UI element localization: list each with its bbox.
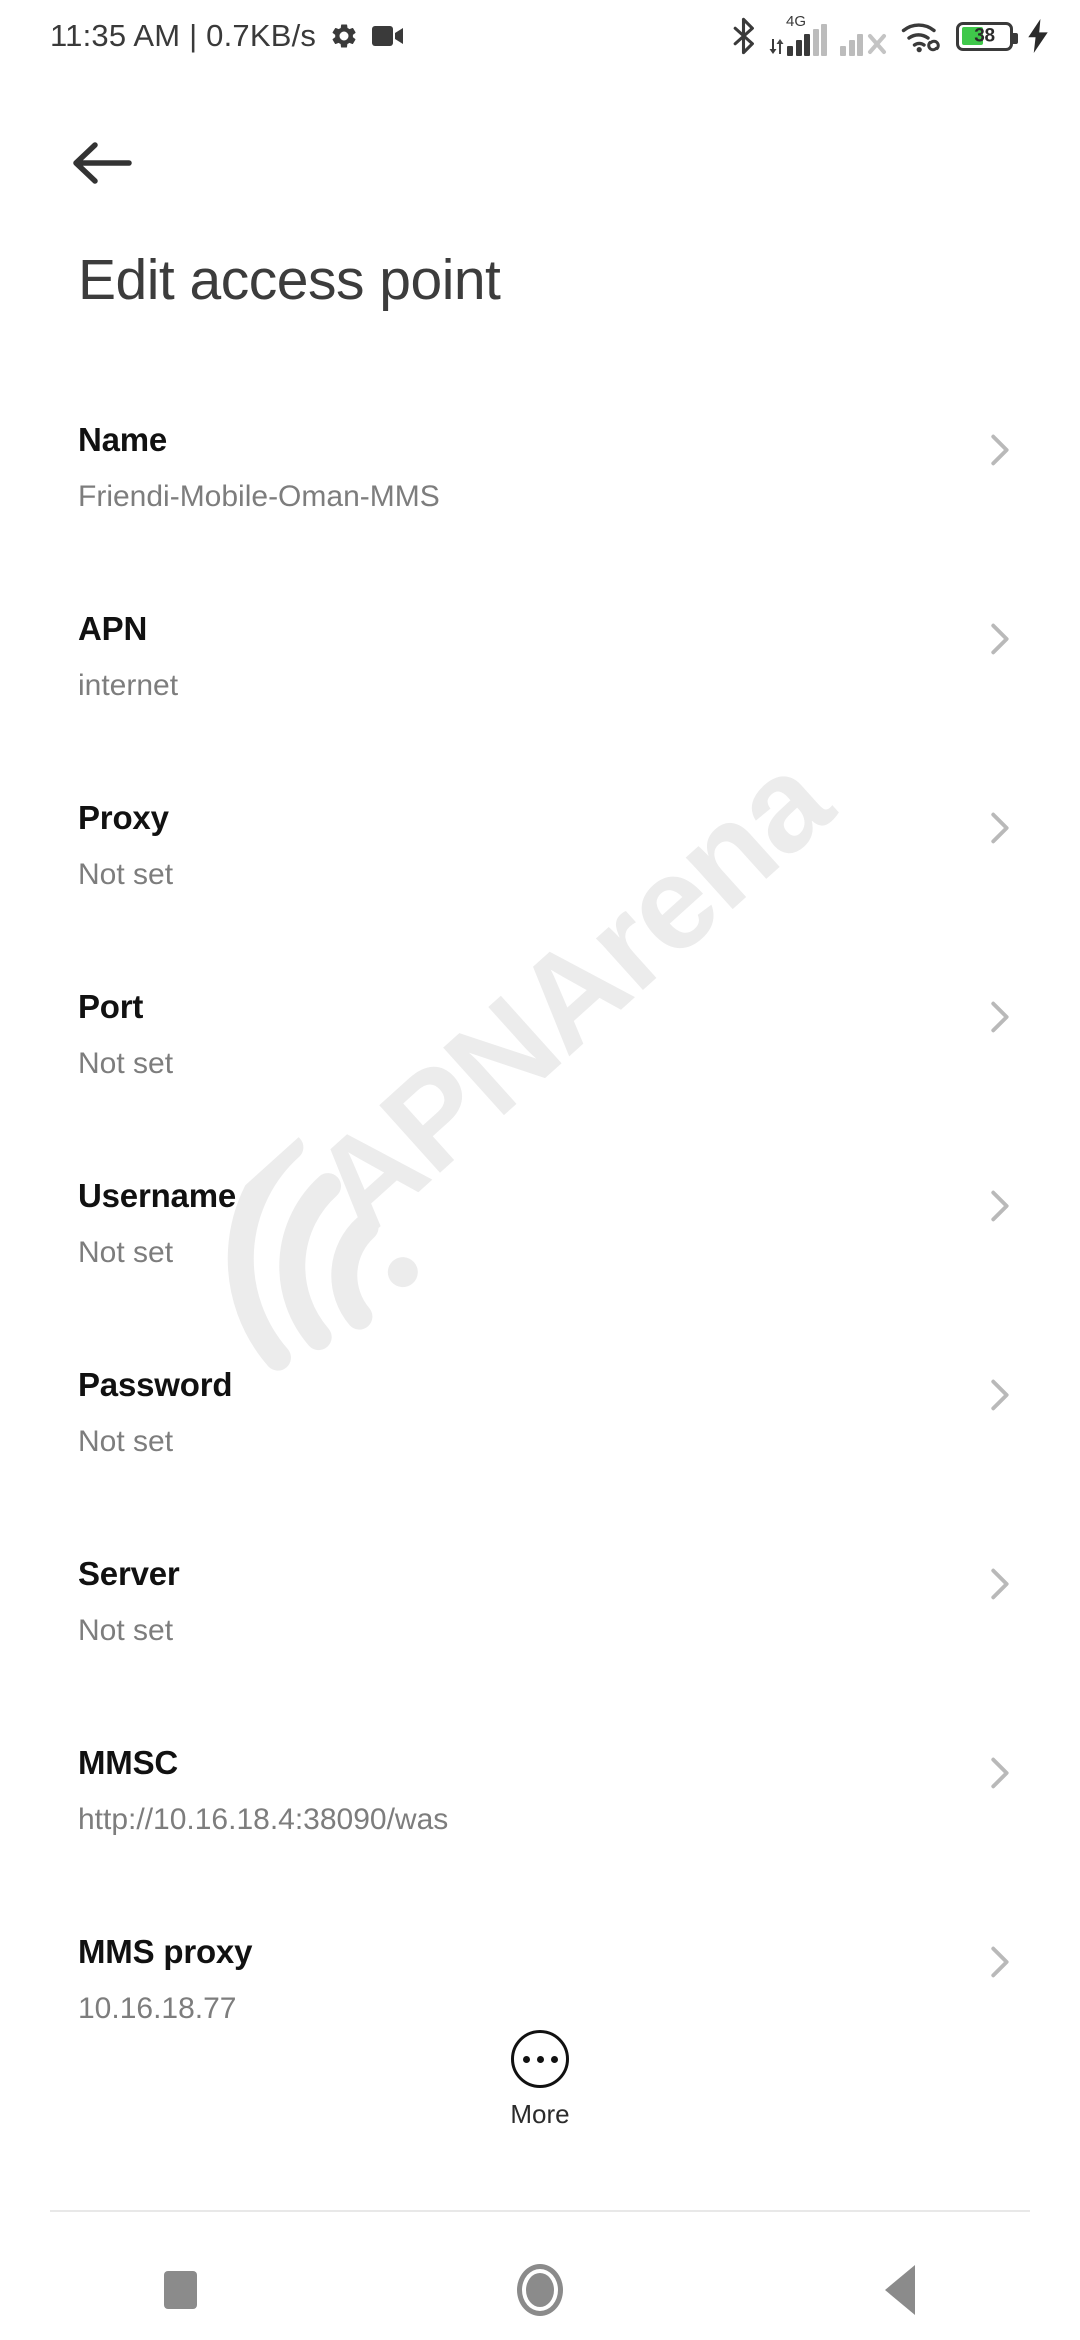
row-value: Not set <box>78 1614 174 1647</box>
back-button[interactable] <box>58 118 148 208</box>
back-triangle-icon <box>885 2265 915 2315</box>
more-label: More <box>510 2099 570 2129</box>
row-value: http://10.16.18.4:38090/was <box>78 1803 449 1836</box>
list-item-username[interactable]: Username Not set <box>0 1170 1080 1359</box>
status-bar-right: 4G 38 <box>731 13 1050 56</box>
recents-button[interactable] <box>0 2240 360 2340</box>
list-item-proxy[interactable]: Proxy Not set <box>0 792 1080 981</box>
list-item-port[interactable]: Port Not set <box>0 981 1080 1170</box>
battery-level-label: 38 <box>974 25 995 47</box>
chevron-right-icon <box>991 1190 1009 1222</box>
home-button[interactable] <box>360 2240 720 2340</box>
android-nav-bar <box>0 2240 1080 2340</box>
chevron-right-icon <box>991 434 1009 466</box>
row-title: Server <box>78 1555 180 1592</box>
chevron-right-icon <box>991 1946 1009 1978</box>
back-arrow-icon <box>73 142 132 184</box>
status-clock: 11:35 AM | 0.7KB/s <box>50 18 317 53</box>
chevron-right-icon <box>991 623 1009 655</box>
page-title: Edit access point <box>78 248 501 312</box>
row-title: Username <box>78 1177 236 1214</box>
gear-icon <box>329 21 359 51</box>
more-button[interactable]: More <box>0 2030 1080 2127</box>
chevron-right-icon <box>991 1568 1009 1600</box>
screen-root: APNArena 11:35 AM | 0.7KB/s 4G 38 Edit a… <box>0 0 1080 2340</box>
back-nav-button[interactable] <box>720 2240 1080 2340</box>
charging-bolt-icon <box>1026 19 1050 53</box>
row-value: Friendi-Mobile-Oman-MMS <box>78 480 440 513</box>
more-dots-circle-icon <box>511 2030 569 2088</box>
settings-list: Name Friendi-Mobile-Oman-MMS APN interne… <box>0 414 1080 2115</box>
bluetooth-icon <box>731 17 756 55</box>
list-item-mmsc[interactable]: MMSC http://10.16.18.4:38090/was <box>0 1737 1080 1926</box>
chevron-right-icon <box>991 1001 1009 1033</box>
chevron-right-icon <box>991 1379 1009 1411</box>
list-item-apn[interactable]: APN internet <box>0 603 1080 792</box>
data-arrows-icon <box>769 37 785 56</box>
battery-icon: 38 <box>956 21 1018 51</box>
wifi-link-icon <box>901 19 943 53</box>
video-camera-icon <box>372 24 404 48</box>
status-bar: 11:35 AM | 0.7KB/s 4G 38 <box>0 0 1080 72</box>
row-value: 10.16.18.77 <box>78 1992 237 2025</box>
row-title: APN <box>78 610 148 647</box>
row-value: Not set <box>78 858 174 891</box>
signal-bars-icon: 4G <box>769 13 827 56</box>
chevron-right-icon <box>991 812 1009 844</box>
nav-divider <box>50 2210 1030 2212</box>
status-bar-left: 11:35 AM | 0.7KB/s <box>50 18 404 54</box>
list-item-server[interactable]: Server Not set <box>0 1548 1080 1737</box>
row-title: Proxy <box>78 799 169 836</box>
row-value: internet <box>78 669 179 702</box>
network-type-label: 4G <box>786 13 807 30</box>
list-item-name[interactable]: Name Friendi-Mobile-Oman-MMS <box>0 414 1080 603</box>
list-item-password[interactable]: Password Not set <box>0 1359 1080 1548</box>
row-title: MMS proxy <box>78 1933 253 1970</box>
row-value: Not set <box>78 1425 174 1458</box>
row-title: Password <box>78 1366 233 1403</box>
recents-square-icon <box>163 2271 197 2309</box>
row-title: MMSC <box>78 1744 179 1781</box>
chevron-right-icon <box>991 1757 1009 1789</box>
home-circle-icon <box>517 2264 563 2316</box>
row-title: Port <box>78 988 144 1025</box>
signal-strength-bars <box>787 24 827 56</box>
row-title: Name <box>78 421 168 458</box>
row-value: Not set <box>78 1047 174 1080</box>
signal-no-service-icon <box>840 16 888 56</box>
row-value: Not set <box>78 1236 174 1269</box>
